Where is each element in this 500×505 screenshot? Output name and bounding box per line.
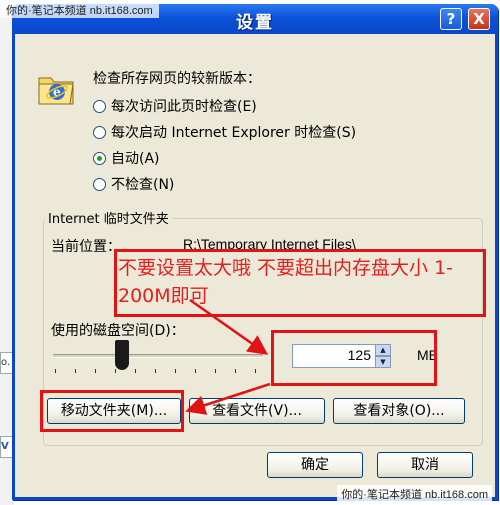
ie-folder-icon: e (38, 77, 74, 105)
check-newer-label: 检查所存网页的较新版本： (93, 71, 261, 87)
slider-tick (95, 369, 96, 373)
slider-tick (75, 369, 76, 373)
slider-tick (255, 369, 256, 373)
annotation-highlight-move (40, 390, 184, 432)
radio-button[interactable] (93, 178, 106, 191)
radio-button[interactable] (93, 100, 106, 113)
slider-thumb[interactable] (115, 340, 129, 370)
slider-tick (235, 369, 236, 373)
view-files-button[interactable]: 查看文件(V)... (189, 398, 325, 424)
slider-tick (155, 369, 156, 373)
radio-button-checked[interactable] (93, 152, 106, 165)
slider-tick (55, 369, 56, 373)
disk-space-slider[interactable] (53, 354, 263, 358)
temp-folder-group-title: Internet 临时文件夹 (45, 208, 172, 227)
disk-space-label: 使用的磁盘空间(D)： (51, 323, 185, 339)
radio-label: 每次访问此页时检查(E) (111, 99, 257, 115)
radio-label: 自动(A) (111, 151, 160, 167)
slider-tick (195, 369, 196, 373)
radio-label: 不检查(N) (111, 177, 175, 193)
slider-tick (115, 369, 116, 373)
radio-label: 每次启动 Internet Explorer 时检查(S) (111, 125, 357, 141)
radio-button[interactable] (93, 126, 106, 139)
help-icon[interactable]: ? (440, 8, 462, 30)
radio-automatic[interactable]: 自动(A) (93, 148, 160, 168)
slider-tick (135, 369, 136, 373)
current-location-label: 当前位置： (51, 239, 121, 255)
annotation-highlight-size (271, 330, 437, 386)
annotation-text: 不要设置太大哦 不要超出内存盘大小 1-200M即可 (118, 257, 454, 307)
cancel-button[interactable]: 取消 (377, 452, 473, 478)
slider-tick (175, 369, 176, 373)
close-icon[interactable]: X (468, 8, 490, 30)
watermark-bottom: 你的·笔记本频道 nb.it168.com (337, 485, 492, 503)
slider-tick (215, 369, 216, 373)
watermark-top: 你的·笔记本频道 nb.it168.com (0, 0, 159, 18)
radio-never[interactable]: 不检查(N) (93, 174, 174, 194)
radio-every-visit[interactable]: 每次访问此页时检查(E) (93, 96, 257, 116)
radio-every-start[interactable]: 每次启动 Internet Explorer 时检查(S) (93, 122, 356, 142)
ok-button[interactable]: 确定 (267, 452, 363, 478)
view-objects-button[interactable]: 查看对象(O)... (333, 398, 465, 424)
